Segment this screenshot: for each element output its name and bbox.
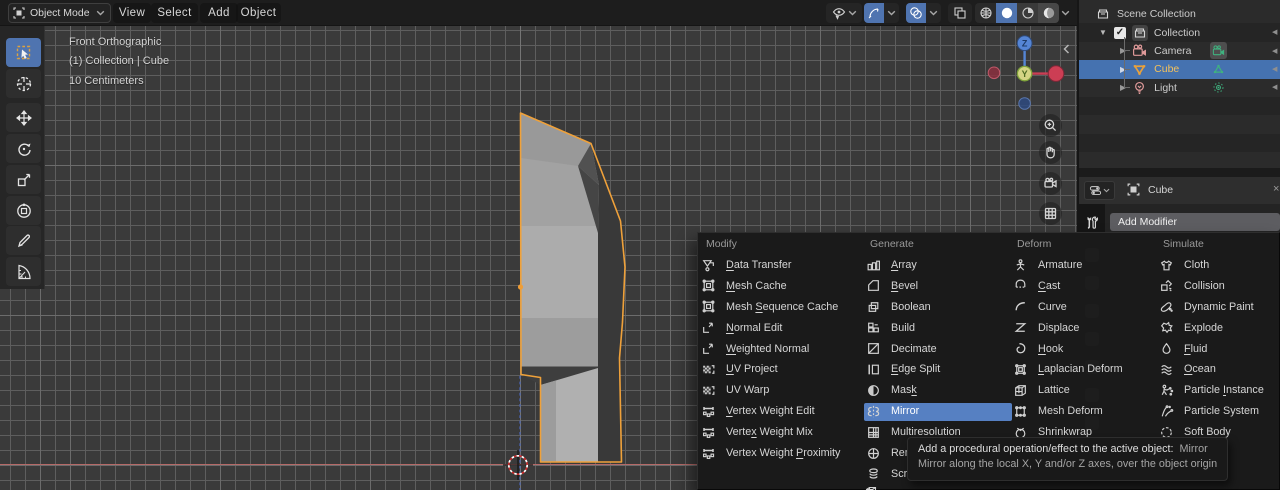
svg-text:Z: Z [1022,38,1028,48]
svg-text:Y: Y [1022,69,1028,79]
